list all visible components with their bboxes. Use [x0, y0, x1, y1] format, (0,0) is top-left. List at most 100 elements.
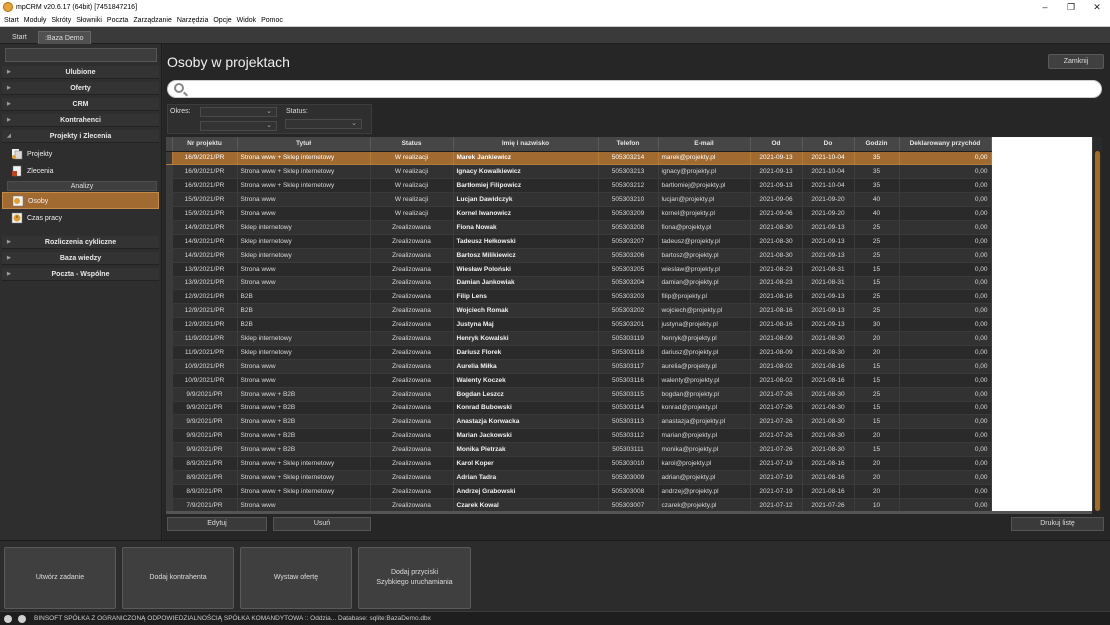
vertical-scrollbar[interactable] — [1092, 137, 1102, 511]
table-row[interactable]: 12/9/2021/PR B2B Zrealizowana Wojciech Roma… — [166, 303, 992, 319]
search-input[interactable] — [167, 80, 1102, 98]
add-quick-buttons-button[interactable]: Dodaj przyciski Szybkiego uruchamiania — [358, 547, 471, 609]
window-title: mpCRM v20.6.17 (64bit) [7451847216] — [16, 3, 138, 11]
table-cell: Lucjan Dawidczyk — [453, 192, 599, 208]
table-row[interactable]: 8/9/2021/PR Strona www + Sklep internetow… — [166, 456, 992, 471]
table-cell: 16/9/2021/PR — [172, 164, 238, 180]
table-row[interactable]: 13/9/2021/PR Strona www Zrealizowana Wiesła… — [166, 262, 992, 277]
col-header-od[interactable]: Od — [750, 137, 803, 152]
sidebar-section-ulubione[interactable]: ▶ Ulubione — [2, 66, 159, 79]
col-header-status[interactable]: Status — [370, 137, 454, 152]
col-header-tytul[interactable]: Tytuł — [237, 137, 371, 152]
edit-button[interactable]: Edytuj — [167, 517, 267, 531]
table-row[interactable]: 7/9/2021/PR Strona www Zrealizowana Czarek … — [166, 498, 992, 511]
table-row[interactable]: 15/9/2021/PR Strona www W realizacji Lucjan… — [166, 192, 992, 208]
table-cell: 0,00 — [899, 359, 992, 374]
table-row[interactable]: 8/9/2021/PR Strona www + Sklep internetow… — [166, 484, 992, 499]
table-row[interactable]: 16/9/2021/PR Strona www + Sklep interneto… — [166, 151, 992, 166]
table-row[interactable]: 9/9/2021/PR Strona www + B2B Zrealizowana K… — [166, 401, 992, 416]
sidebar-item-projekty[interactable]: Projekty — [2, 146, 159, 163]
menu-widok[interactable]: Widok — [237, 17, 256, 24]
issue-offer-button[interactable]: Wystaw ofertę — [240, 547, 352, 609]
col-header-nr[interactable]: Nr projektu — [172, 137, 238, 152]
table-row[interactable]: 14/9/2021/PR Sklep internetowy Zrealizowan… — [166, 248, 992, 263]
create-task-button[interactable]: Utwórz zadanie — [4, 547, 116, 609]
maximize-button[interactable]: ❐ — [1058, 2, 1084, 13]
menu-start[interactable]: Start — [4, 17, 19, 24]
sidebar-item-czas-pracy[interactable]: Czas pracy — [2, 210, 159, 227]
table-cell: Zrealizowana — [370, 345, 454, 360]
menu-slowniki[interactable]: Słowniki — [76, 17, 102, 24]
table-row[interactable]: 9/9/2021/PR Strona www + B2B Zrealizowana M… — [166, 442, 992, 458]
delete-button[interactable]: Usuń — [273, 517, 371, 531]
table-cell: Strona www + Sklep internetowy — [237, 178, 371, 194]
table-cell: 0,00 — [899, 276, 992, 291]
sidebar-section-baza-wiedzy[interactable]: ▶ Baza wiedzy — [2, 252, 159, 265]
minimize-button[interactable]: – — [1032, 2, 1058, 13]
tab-start[interactable]: Start — [6, 31, 33, 44]
table-row[interactable]: 9/9/2021/PR Strona www + B2B Zrealizowana M… — [166, 428, 992, 444]
table-cell: 2021-08-30 — [802, 345, 855, 360]
table-row[interactable]: 9/9/2021/PR Strona www + B2B Zrealizowana A… — [166, 414, 992, 430]
menu-zarzadzanie[interactable]: Zarządzanie — [133, 17, 172, 24]
scrollbar-thumb[interactable] — [1095, 151, 1100, 511]
table-row[interactable]: 10/9/2021/PR Strona www Zrealizowana Walent… — [166, 373, 992, 388]
tab-baza-demo[interactable]: :Baza Demo — [38, 31, 91, 44]
table-cell: 505303119 — [598, 331, 659, 346]
col-header-godzin[interactable]: Godzin — [854, 137, 900, 152]
table-cell: marian@projekty.pl — [658, 428, 751, 444]
col-header-do[interactable]: Do — [802, 137, 855, 152]
expand-arrow-icon: ▶ — [7, 101, 11, 107]
table-row[interactable]: 12/9/2021/PR B2B Zrealizowana Justyna Maj 50… — [166, 317, 992, 333]
table-row[interactable]: 12/9/2021/PR B2B Zrealizowana Filip Lens 505… — [166, 289, 992, 305]
sidebar-section-poczta[interactable]: ▶ Poczta - Wspólne — [2, 268, 159, 281]
table-cell: 505303209 — [598, 206, 659, 221]
table-row[interactable]: 14/9/2021/PR Sklep internetowy Zrealizowan… — [166, 220, 992, 235]
add-contractor-button[interactable]: Dodaj kontrahenta — [122, 547, 234, 609]
table-cell: 2021-07-26 — [802, 498, 855, 511]
col-header-przychod[interactable]: Deklarowany przychód — [899, 137, 992, 152]
table-row[interactable]: 10/9/2021/PR Strona www Zrealizowana Aureli… — [166, 359, 992, 374]
sidebar-section-rozliczenia[interactable]: ▶ Rozliczenia cykliczne — [2, 236, 159, 249]
table-row[interactable]: 14/9/2021/PR Sklep internetowy Zrealizowan… — [166, 234, 992, 249]
table-cell: Zrealizowana — [370, 484, 454, 499]
period-to-select[interactable]: ⌄ — [200, 121, 277, 131]
col-header-telefon[interactable]: Telefon — [598, 137, 659, 152]
print-list-button[interactable]: Drukuj listę — [1011, 517, 1104, 531]
menu-skroty[interactable]: Skróty — [51, 17, 71, 24]
period-from-select[interactable]: ⌄ — [200, 107, 277, 117]
close-window-button[interactable]: ✕ — [1084, 2, 1110, 13]
app-logo-icon — [3, 2, 13, 12]
table-row[interactable]: 16/9/2021/PR Strona www + Sklep interneto… — [166, 164, 992, 180]
table-cell: 0,00 — [899, 442, 992, 458]
sidebar-section-oferty[interactable]: ▶ Oferty — [2, 82, 159, 95]
menu-narzedzia[interactable]: Narzędzia — [177, 17, 209, 24]
col-header-imie[interactable]: Imię i nazwisko — [453, 137, 599, 152]
menu-moduly[interactable]: Moduły — [24, 17, 47, 24]
table-row[interactable]: 8/9/2021/PR Strona www + Sklep internetow… — [166, 470, 992, 485]
table-row[interactable]: 11/9/2021/PR Sklep internetowy Zrealizowan… — [166, 331, 992, 346]
col-header-email[interactable]: E-mail — [658, 137, 751, 152]
menu-opcje[interactable]: Opcje — [213, 17, 231, 24]
sidebar-item-osoby[interactable]: Osoby — [2, 192, 159, 209]
table-row[interactable]: 16/9/2021/PR Strona www + Sklep interneto… — [166, 178, 992, 194]
table-cell: Bartosz Milikiewicz — [453, 248, 599, 263]
table-row[interactable]: 11/9/2021/PR Sklep internetowy Zrealizowan… — [166, 345, 992, 360]
table-row[interactable]: 13/9/2021/PR Strona www Zrealizowana Damian… — [166, 276, 992, 291]
menu-poczta[interactable]: Poczta — [107, 17, 128, 24]
sidebar-search-input[interactable] — [5, 48, 157, 62]
table-row[interactable]: 15/9/2021/PR Strona www W realizacji Kornel… — [166, 206, 992, 221]
status-select[interactable]: ⌄ — [285, 119, 362, 129]
table-row[interactable]: 9/9/2021/PR Strona www + B2B Zrealizowana B… — [166, 387, 992, 402]
sidebar-item-zlecenia[interactable]: Zlecenia — [2, 163, 159, 180]
table-cell: 20 — [854, 331, 900, 346]
sidebar-section-projekty[interactable]: ◢ Projekty i Zlecenia — [2, 130, 159, 143]
close-button[interactable]: Zamknij — [1048, 54, 1104, 69]
table-cell: Zrealizowana — [370, 373, 454, 388]
horizontal-scrollbar[interactable] — [166, 511, 1092, 514]
menu-pomoc[interactable]: Pomoc — [261, 17, 283, 24]
table-cell: wieslaw@projekty.pl — [658, 262, 751, 277]
sidebar-section-kontrahenci[interactable]: ▶ Kontrahenci — [2, 114, 159, 127]
table-cell: Aurelia Miłka — [453, 359, 599, 374]
sidebar-section-crm[interactable]: ▶ CRM — [2, 98, 159, 111]
